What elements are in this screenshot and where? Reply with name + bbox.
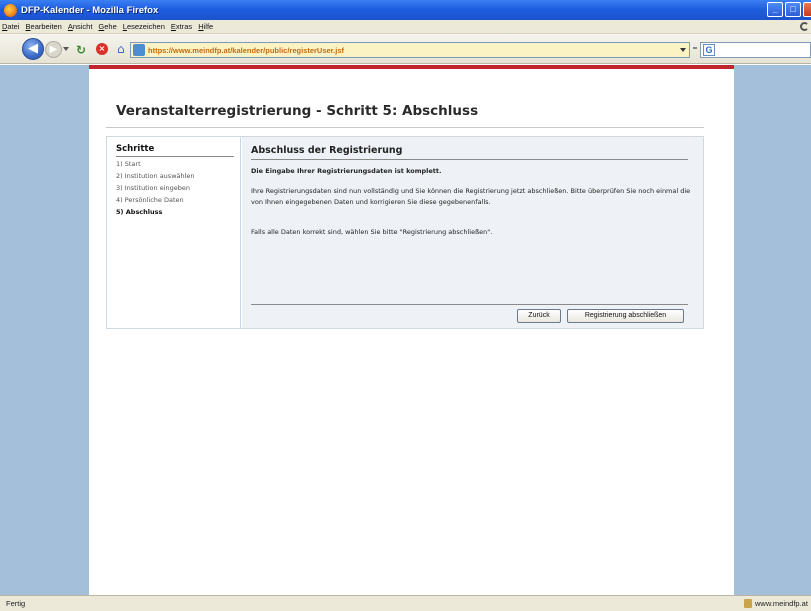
home-icon[interactable]: ⌂	[117, 42, 125, 56]
history-dropdown-icon[interactable]	[63, 47, 69, 51]
maximize-button[interactable]: □	[785, 2, 801, 17]
instruction-paragraph: Falls alle Daten korrekt sind, wählen Si…	[251, 228, 493, 236]
menu-datei[interactable]: Datei	[2, 22, 20, 31]
menu-lesezeichen[interactable]: Lesezeichen	[123, 22, 165, 31]
page-container: Veranstalterregistrierung - Schritt 5: A…	[89, 65, 734, 595]
menu-ansicht[interactable]: Ansicht	[68, 22, 93, 31]
step-personal-data: 4) Persönliche Daten	[116, 196, 184, 204]
wizard-content: Schritte 1) Start 2) Institution auswähl…	[106, 136, 704, 329]
status-domain: www.meindfp.at	[755, 599, 808, 608]
step-institution-select: 2) Institution auswählen	[116, 172, 195, 180]
window-title: DFP-Kalender - Mozilla Firefox	[21, 4, 159, 16]
main-panel: Abschluss der Registrierung Die Eingabe …	[242, 137, 703, 328]
menu-bearbeiten[interactable]: Bearbeiten	[26, 22, 62, 31]
reload-icon[interactable]: ↻	[76, 43, 86, 57]
forward-button[interactable]: ▶	[45, 41, 62, 58]
step-finish: 5) Abschluss	[116, 208, 163, 216]
step-start: 1) Start	[116, 160, 141, 168]
site-identity-icon[interactable]	[133, 44, 145, 56]
finish-registration-button[interactable]: Registrierung abschließen	[567, 309, 684, 323]
step-institution-enter: 3) Institution eingeben	[116, 184, 190, 192]
close-button[interactable]	[803, 2, 811, 17]
status-text: Fertig	[6, 599, 26, 608]
title-bar: DFP-Kalender - Mozilla Firefox _ □	[0, 0, 811, 20]
minimize-button[interactable]: _	[767, 2, 783, 17]
throbber-icon	[800, 22, 809, 31]
page-title: Veranstalterregistrierung - Schritt 5: A…	[116, 103, 479, 119]
steps-sidebar: Schritte 1) Start 2) Institution auswähl…	[107, 137, 241, 328]
panel-divider	[251, 159, 688, 160]
status-bar: Fertig www.meindfp.at	[0, 595, 811, 611]
steps-divider	[116, 156, 234, 157]
menu-extras[interactable]: Extras	[171, 22, 192, 31]
panel-heading: Abschluss der Registrierung	[251, 145, 403, 156]
lock-icon[interactable]	[744, 599, 752, 608]
intro-text: Die Eingabe Ihrer Registrierungsdaten is…	[251, 167, 442, 175]
menu-gehe[interactable]: Gehe	[98, 22, 116, 31]
menu-bar: Datei Bearbeiten Ansicht Gehe Lesezeiche…	[0, 20, 811, 34]
footer-divider	[251, 304, 688, 305]
search-engine-icon[interactable]: G	[703, 44, 715, 56]
firefox-icon	[4, 3, 17, 17]
url-dropdown-icon[interactable]	[680, 48, 686, 52]
title-divider	[106, 127, 704, 128]
back-step-button[interactable]: Zurück	[517, 309, 561, 323]
steps-heading: Schritte	[116, 144, 155, 154]
browser-viewport: Veranstalterregistrierung - Schritt 5: A…	[0, 65, 811, 595]
navigation-toolbar: ◀ ▶ ↻ × ⌂ G	[0, 34, 811, 64]
window-controls: _ □	[767, 2, 811, 17]
info-paragraph: Ihre Registrierungsdaten sind nun vollst…	[251, 187, 691, 206]
separator-icon	[693, 47, 697, 49]
menu-hilfe[interactable]: Hilfe	[198, 22, 213, 31]
url-input[interactable]	[148, 45, 668, 55]
stop-icon[interactable]: ×	[96, 43, 108, 55]
search-box[interactable]: G	[700, 42, 811, 58]
address-bar[interactable]	[130, 42, 690, 58]
back-button[interactable]: ◀	[22, 38, 44, 60]
